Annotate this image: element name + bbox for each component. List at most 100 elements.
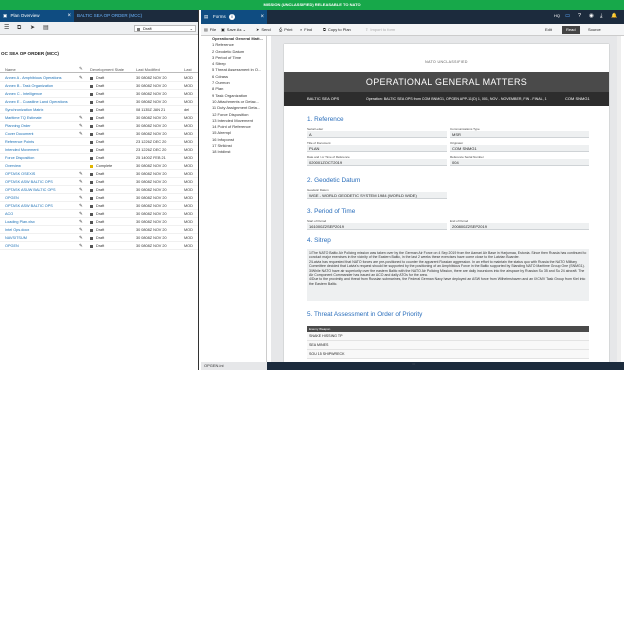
pen-icon[interactable]: ✎: [79, 234, 85, 242]
row-name[interactable]: Force Disposition: [5, 154, 77, 162]
row-name[interactable]: Planning Order: [5, 122, 77, 130]
table-row[interactable]: ACO ✎ Draft 30 0808Z NOV 20 MOD: [0, 210, 198, 218]
monitor-icon[interactable]: ▭: [565, 13, 570, 19]
file-menu[interactable]: ▤ File: [204, 26, 216, 34]
outline-item[interactable]: 18 Intdinst: [201, 149, 266, 155]
table-row[interactable]: OPTASK OSEXIS ✎ Draft 30 0808Z NOV 20 MOD: [0, 170, 198, 178]
row-name[interactable]: OPTASK OSEXIS: [5, 170, 77, 178]
row-name[interactable]: NAVSITSUM: [5, 234, 77, 242]
geodetic-datum-field[interactable]: WGE - WORLD GEODETIC SYSTEM 1984 (WORLD …: [307, 192, 447, 199]
threat-row[interactable]: SEA MINES: [307, 341, 589, 350]
pen-icon[interactable]: ✎: [79, 170, 85, 178]
table-row[interactable]: Loading Plan.xlsx ✎ Draft 30 0808Z NOV 20 MO…: [0, 218, 198, 226]
pen-icon[interactable]: ✎: [79, 186, 85, 194]
row-name[interactable]: Overview: [5, 162, 77, 170]
table-row[interactable]: Force Disposition Draft 25 1400Z FEB 21 MOD: [0, 154, 198, 162]
row-name[interactable]: Cover Document: [5, 130, 77, 138]
row-name[interactable]: Synchronization Matrix: [5, 106, 77, 114]
row-name[interactable]: Annex A - Amphibious Operations: [5, 74, 77, 82]
row-name[interactable]: Loading Plan.xlsx: [5, 218, 77, 226]
close-icon[interactable]: ×: [67, 10, 71, 22]
serial-letter-field[interactable]: A: [307, 131, 447, 138]
table-row[interactable]: OPTASK ASUW BALTIC OPS ✎ Draft 30 0808Z NOV…: [0, 186, 198, 194]
copy-to-plan-button[interactable]: ⧉ Copy to Plan: [323, 26, 351, 34]
table-row[interactable]: Reference Points Draft 23 1226Z DEC 20 MOD: [0, 138, 198, 146]
row-name[interactable]: ACO: [5, 210, 77, 218]
table-row[interactable]: OPGEN ✎ Draft 30 0808Z NOV 20 MOD: [0, 242, 198, 250]
row-name[interactable]: Intel Ops.docx: [5, 226, 77, 234]
reference-serial-field[interactable]: 004: [450, 159, 589, 166]
tab-opgen-file[interactable]: OPGEN.ini: [201, 362, 267, 370]
pen-icon[interactable]: ✎: [79, 194, 85, 202]
end-of-period-field[interactable]: 200800Z2SEP2019: [450, 223, 589, 230]
find-button[interactable]: ⌕ Find: [300, 26, 312, 34]
column-last[interactable]: Last: [184, 67, 192, 72]
table-row[interactable]: NAVSITSUM ✎ Draft 30 0808Z NOV 20 MOD: [0, 234, 198, 242]
column-development-state[interactable]: Development State: [90, 67, 124, 72]
send-button[interactable]: ➤ Send: [256, 26, 271, 34]
resize-handle[interactable]: ::::: [412, 362, 415, 366]
table-row[interactable]: Synchronization Matrix Draft 08 1135Z JAN …: [0, 106, 198, 114]
tab-baltic-sea-op-order[interactable]: BALTIC SEA OP ORDER (MCC): [74, 10, 198, 22]
edit-mode-button[interactable]: Edit: [541, 26, 556, 34]
row-name[interactable]: Maritime TQ Estimate: [5, 114, 77, 122]
pen-icon[interactable]: ✎: [79, 226, 85, 234]
row-name[interactable]: OPTASK ASW BALTIC OPS: [5, 202, 77, 210]
document-viewport[interactable]: NATO UNCLASSIFIED OPERATIONAL GENERAL MA…: [271, 36, 621, 362]
row-name[interactable]: OPGEN: [5, 242, 77, 250]
threat-row[interactable]: SOU 15 SHIPWRECK: [307, 350, 589, 359]
send-icon[interactable]: ➤: [30, 25, 37, 32]
table-row[interactable]: OPTASK ASW BALTIC OPS ✎ Draft 30 0808Z NOV …: [0, 178, 198, 186]
close-icon[interactable]: ×: [260, 10, 264, 24]
pen-icon[interactable]: ✎: [79, 122, 85, 130]
row-name[interactable]: Annex C - Intelligence: [5, 90, 77, 98]
table-row[interactable]: Overview Complete 30 0808Z NOV 20 MOD: [0, 162, 198, 170]
column-last-modified[interactable]: Last Modified: [136, 67, 160, 72]
table-row[interactable]: Annex E - Coastline Land Operations Draft…: [0, 98, 198, 106]
title-of-document-field[interactable]: PLAN: [307, 145, 447, 152]
table-row[interactable]: Annex A - Amphibious Operations ✎ Draft 30 …: [0, 74, 198, 82]
pen-icon[interactable]: ✎: [79, 218, 85, 226]
row-name[interactable]: Reference Points: [5, 138, 77, 146]
table-row[interactable]: Annex C - Intelligence Draft 30 0808Z NOV …: [0, 90, 198, 98]
copy-icon[interactable]: ⧉: [17, 25, 24, 32]
column-name[interactable]: Name: [5, 67, 16, 72]
table-row[interactable]: Intended Movement Draft 23 1226Z DEC 20 MOD: [0, 146, 198, 154]
row-name[interactable]: Annex E - Coastline Land Operations: [5, 98, 77, 106]
table-row[interactable]: Planning Order ✎ Draft 30 0808Z NOV 20 MOD: [0, 122, 198, 130]
bell-icon[interactable]: 🔔: [611, 13, 617, 19]
row-name[interactable]: Annex B - Task Organization: [5, 82, 77, 90]
table-row[interactable]: Maritime TQ Estimate ✎ Draft 30 0808Z NOV 2…: [0, 114, 198, 122]
row-name[interactable]: OPTASK ASUW BALTIC OPS: [5, 186, 77, 194]
save-as-button[interactable]: ▣ Save As ⌄: [221, 26, 246, 34]
comm-type-field[interactable]: MSR: [450, 131, 589, 138]
development-state-select[interactable]: Draft ⌄: [134, 25, 196, 32]
table-row[interactable]: OPTASK ASW BALTIC OPS ✎ Draft 30 0808Z NOV …: [0, 202, 198, 210]
threat-row[interactable]: SNAKE HISSING TP: [307, 332, 589, 341]
originator-field[interactable]: COM SNMG1: [450, 145, 589, 152]
print-button[interactable]: ⎙ Print: [279, 26, 292, 34]
source-mode-button[interactable]: Source: [584, 26, 605, 34]
info-icon[interactable]: i: [229, 14, 235, 20]
table-row[interactable]: Cover Document ✎ Draft 30 0808Z NOV 20 MOD: [0, 130, 198, 138]
pen-icon[interactable]: ✎: [79, 242, 85, 250]
table-row[interactable]: OPGEN ✎ Draft 30 0808Z NOV 20 MOD: [0, 194, 198, 202]
start-of-period-field[interactable]: 161000Z2SEP2019: [307, 223, 447, 230]
pen-icon[interactable]: ✎: [79, 74, 85, 82]
sitrep-text[interactable]: 1/The NATO Baltic Air Policing mission w…: [307, 249, 589, 301]
table-row[interactable]: Intel Ops.docx ✎ Draft 30 0808Z NOV 20 MOD: [0, 226, 198, 234]
row-name[interactable]: OPTASK ASW BALTIC OPS: [5, 178, 77, 186]
row-name[interactable]: OPGEN: [5, 194, 77, 202]
document-icon[interactable]: ▤: [43, 25, 50, 32]
help-icon[interactable]: ?: [578, 13, 581, 19]
pen-icon[interactable]: ✎: [79, 130, 85, 138]
pen-icon[interactable]: ✎: [79, 114, 85, 122]
tab-plan-overview[interactable]: ▣ Plan Overview ×: [0, 10, 74, 22]
user-icon[interactable]: ◉: [589, 13, 594, 19]
pen-icon[interactable]: ✎: [79, 202, 85, 210]
import-to-form-button[interactable]: ⇪ Import to form: [365, 26, 395, 34]
dtg-reference-field[interactable]: 020001ZOCT2019: [307, 159, 447, 166]
read-mode-button[interactable]: Read: [562, 26, 580, 34]
list-icon[interactable]: ☰: [4, 25, 11, 32]
download-icon[interactable]: ⤓: [600, 13, 602, 20]
